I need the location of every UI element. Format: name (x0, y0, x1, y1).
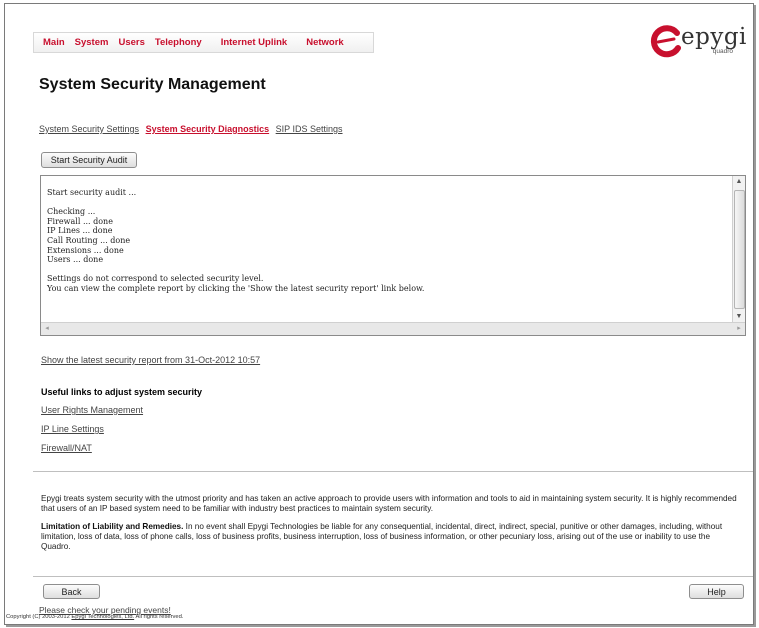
menu-item-telephony[interactable]: Telephony (150, 37, 207, 48)
copyright-prefix: Copyright (C) 2003-2012 (6, 614, 72, 620)
liability-notice: Limitation of Liability and Remedies. In… (41, 522, 741, 552)
scroll-right-icon[interactable]: ▸ (733, 323, 745, 335)
divider (33, 576, 753, 577)
latest-security-report-link[interactable]: Show the latest security report from 31-… (41, 355, 260, 365)
back-button[interactable]: Back (43, 584, 100, 599)
scroll-left-icon[interactable]: ◂ (41, 323, 53, 335)
page-frame: Main System Users Telephony Internet Upl… (4, 3, 754, 625)
logo-wordmark: epygi (681, 24, 747, 50)
epygi-logo-icon (650, 25, 681, 58)
copyright-suffix: All rights reserved. (134, 614, 184, 620)
scroll-thumb[interactable] (734, 190, 745, 309)
epygi-logo: epygi quadro (649, 24, 746, 58)
audit-output-box[interactable]: Start security audit ... Checking ... Fi… (40, 175, 746, 336)
copyright-text: Copyright (C) 2003-2012 Epygi Technologi… (6, 614, 183, 620)
firewall-nat-link[interactable]: Firewall/NAT (41, 443, 92, 453)
vertical-scrollbar[interactable]: ▲ ▼ (732, 176, 745, 323)
page-title: System Security Management (39, 76, 266, 93)
security-tabs: System Security Settings System Security… (39, 124, 347, 134)
start-security-audit-button[interactable]: Start Security Audit (41, 152, 137, 168)
logo-subtitle: quadro (712, 48, 733, 55)
security-notice: Epygi treats system security with the ut… (41, 494, 737, 513)
audit-output-text: Start security audit ... Checking ... Fi… (47, 188, 425, 293)
menu-item-system[interactable]: System (70, 37, 114, 48)
tab-sip-ids-settings[interactable]: SIP IDS Settings (276, 124, 343, 134)
user-rights-management-link[interactable]: User Rights Management (41, 405, 143, 415)
tab-system-security-diagnostics[interactable]: System Security Diagnostics (146, 124, 270, 134)
liability-heading: Limitation of Liability and Remedies. (41, 522, 184, 531)
scroll-up-icon[interactable]: ▲ (733, 176, 745, 188)
useful-links-heading: Useful links to adjust system security (41, 387, 203, 397)
menu-item-network[interactable]: Network (292, 37, 348, 48)
menu-item-users[interactable]: Users (113, 37, 149, 48)
tab-system-security-settings[interactable]: System Security Settings (39, 124, 139, 134)
ip-line-settings-link[interactable]: IP Line Settings (41, 424, 104, 434)
menu-item-main[interactable]: Main (38, 37, 70, 48)
main-menu: Main System Users Telephony Internet Upl… (33, 32, 374, 53)
help-button[interactable]: Help (689, 584, 744, 599)
epygi-company-link[interactable]: Epygi Technologies, Ltd. (71, 614, 134, 620)
horizontal-scrollbar[interactable]: ◂ ▸ (41, 322, 745, 335)
menu-item-internet-uplink[interactable]: Internet Uplink (207, 37, 293, 48)
divider (33, 471, 753, 472)
